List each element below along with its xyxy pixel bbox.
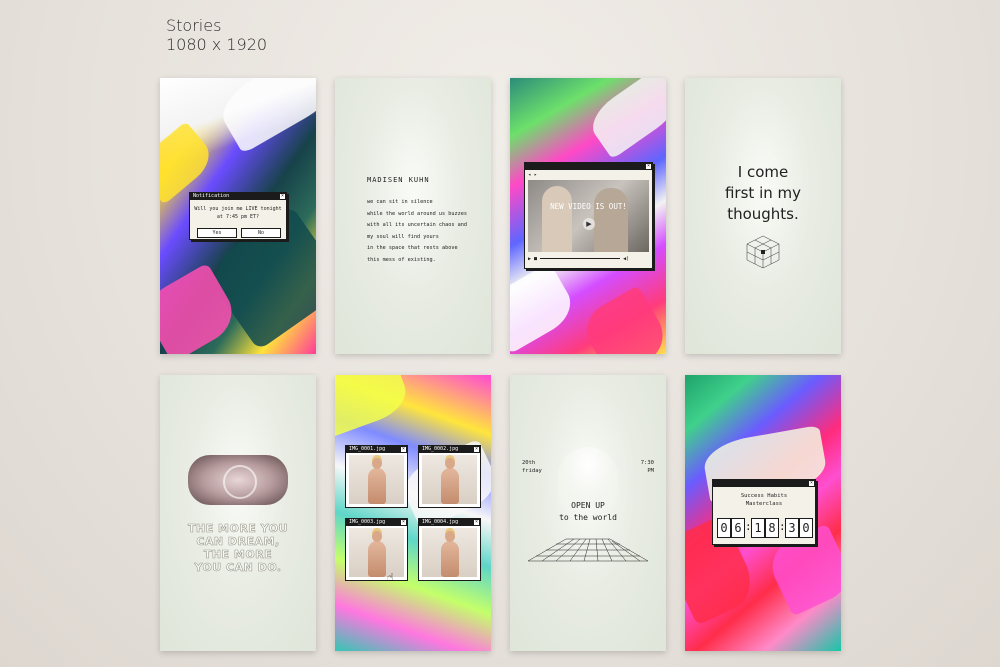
- paint-streak: [213, 78, 316, 154]
- close-icon[interactable]: ×: [280, 194, 285, 199]
- story-card-new-video[interactable]: × ◂ ▸ NEW VIDEO IS OUT! ▶ ▶ ■ ◀): [510, 78, 666, 354]
- volume-icon[interactable]: ◀): [623, 256, 629, 262]
- story-card-live-notification[interactable]: Notification × Will you join me LIVE ton…: [160, 78, 316, 354]
- progress-bar[interactable]: [540, 258, 621, 259]
- dream-quote: THE MORE YOU CAN DREAM, THE MORE YOU CAN…: [160, 522, 316, 575]
- player-controls: ▶ ■ ◀): [528, 255, 649, 263]
- countdown-digit: 0: [799, 518, 813, 538]
- story-card-poem[interactable]: MADISEN KUHN we can sit in silence while…: [335, 78, 491, 354]
- close-icon[interactable]: ×: [401, 520, 406, 525]
- close-icon[interactable]: ×: [646, 164, 651, 169]
- notification-dialog: Notification × Will you join me LIVE ton…: [189, 192, 287, 240]
- day-label: friday: [522, 468, 542, 474]
- countdown-timer: 0 6 : 1 8 : 3 0: [717, 518, 813, 538]
- paint-streak: [583, 78, 666, 160]
- countdown-digit: 6: [731, 518, 745, 538]
- countdown-title-line-1: Success Habits: [740, 493, 788, 499]
- yes-button[interactable]: Yes: [197, 228, 237, 238]
- forward-icon[interactable]: ▸: [534, 172, 537, 178]
- story-card-countdown[interactable]: × Success Habits Masterclass 0 6 : 1 8 :…: [685, 375, 841, 651]
- quote-text: I come first in my thoughts.: [685, 162, 841, 225]
- time-label: 7:30: [640, 460, 654, 466]
- photo-filename-3: IMG_0003.jpg: [349, 519, 386, 525]
- close-icon[interactable]: ×: [809, 481, 814, 486]
- wireframe-grid-icon: [527, 538, 649, 562]
- photo-image-4: [422, 528, 477, 577]
- open-up-line-2: to the world: [559, 513, 617, 522]
- photo-window-3[interactable]: IMG_0003.jpg ×: [345, 518, 408, 581]
- player-toolbar: ◂ ▸: [528, 172, 649, 179]
- story-card-photo-grid[interactable]: IMG_0001.jpg × IMG_0002.jpg × IMG_0003.jpg…: [335, 375, 491, 651]
- countdown-digit: 8: [765, 518, 779, 538]
- play-icon[interactable]: ▶: [583, 218, 595, 230]
- photo-image-3: [349, 528, 404, 577]
- dream-line-3: THE MORE: [203, 548, 273, 562]
- photo-filename-1: IMG_0001.jpg: [349, 446, 386, 452]
- date-label: 20th: [522, 460, 536, 466]
- player-titlebar: ×: [525, 163, 652, 170]
- poem-text: we can sit in silence while the world ar…: [367, 199, 467, 263]
- countdown-digit: 3: [785, 518, 799, 538]
- mirror-reflection: [223, 465, 257, 499]
- poem-author: MADISEN KUHN: [367, 176, 430, 184]
- video-player-window: × ◂ ▸ NEW VIDEO IS OUT! ▶ ▶ ■ ◀): [524, 162, 653, 269]
- open-up-text: OPEN UP to the world: [510, 500, 666, 524]
- countdown-titlebar: ×: [713, 480, 815, 487]
- mirror-image: [188, 455, 288, 505]
- back-icon[interactable]: ◂: [528, 172, 531, 178]
- photo-window-4[interactable]: IMG_0004.jpg ×: [418, 518, 481, 581]
- photo-window-1[interactable]: IMG_0001.jpg ×: [345, 445, 408, 508]
- photo-filename-2: IMG_0002.jpg: [422, 446, 459, 452]
- glow-arch: [558, 447, 618, 507]
- dialog-text-line-2: at 7:45 pm ET?: [216, 214, 260, 220]
- paint-streak: [335, 375, 413, 439]
- header-title: Stories: [166, 16, 222, 35]
- video-person-right: [594, 188, 628, 252]
- countdown-digit: 0: [717, 518, 731, 538]
- countdown-window: × Success Habits Masterclass 0 6 : 1 8 :…: [712, 479, 816, 545]
- date-block: 20th friday: [522, 459, 542, 475]
- dream-line-4: YOU CAN DO.: [194, 561, 282, 575]
- story-card-dream[interactable]: THE MORE YOU CAN DREAM, THE MORE YOU CAN…: [160, 375, 316, 651]
- ampm-label: PM: [647, 468, 654, 474]
- quote-line-2: first in my: [724, 184, 801, 202]
- time-block: 7:30 PM: [641, 459, 654, 475]
- no-button[interactable]: No: [241, 228, 281, 238]
- close-icon[interactable]: ×: [474, 520, 479, 525]
- page-header: Stories 1080 x 1920: [166, 16, 267, 54]
- play-control-icon[interactable]: ▶: [528, 256, 531, 262]
- countdown-digit: 1: [751, 518, 765, 538]
- quote-line-1: I come: [737, 163, 789, 181]
- story-card-open-up[interactable]: 20th friday 7:30 PM OPEN UP to the world: [510, 375, 666, 651]
- paint-streak: [510, 262, 580, 354]
- dialog-text-line-1: Will you join me LIVE tonight: [194, 206, 282, 212]
- dialog-title: Notification: [193, 193, 230, 199]
- paint-streak: [577, 285, 666, 354]
- story-card-quote[interactable]: I come first in my thoughts.: [685, 78, 841, 354]
- stop-icon[interactable]: ■: [534, 256, 537, 262]
- countdown-title-line-2: Masterclass: [745, 501, 783, 507]
- dream-line-2: CAN DREAM,: [196, 535, 280, 549]
- video-person-left: [542, 186, 572, 252]
- photo-window-2[interactable]: IMG_0002.jpg ×: [418, 445, 481, 508]
- close-icon[interactable]: ×: [474, 447, 479, 452]
- cursor-hand-icon: ☝: [387, 571, 394, 584]
- video-caption: NEW VIDEO IS OUT!: [550, 202, 627, 211]
- open-up-line-1: OPEN UP: [571, 501, 605, 510]
- wireframe-cube-icon: [746, 235, 780, 269]
- dream-line-1: THE MORE YOU: [187, 522, 289, 536]
- photo-image-1: [349, 455, 404, 504]
- close-icon[interactable]: ×: [401, 447, 406, 452]
- photo-filename-4: IMG_0004.jpg: [422, 519, 459, 525]
- quote-line-3: thoughts.: [727, 205, 799, 223]
- photo-image-2: [422, 455, 477, 504]
- video-frame[interactable]: NEW VIDEO IS OUT! ▶: [528, 180, 649, 252]
- header-size: 1080 x 1920: [166, 35, 268, 54]
- dialog-titlebar: Notification ×: [190, 193, 286, 200]
- countdown-title: Success Habits Masterclass: [713, 492, 815, 508]
